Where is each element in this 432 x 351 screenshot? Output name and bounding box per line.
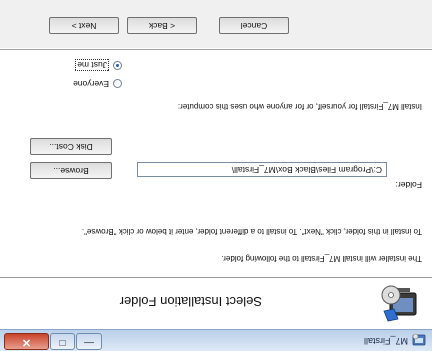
radio-everyone[interactable] [113,79,122,88]
installer-dialog: M7_Firstall — □ ✕ Select Installation Fo… [0,0,432,351]
folder-label: Folder: [395,180,422,190]
computer-cd-installer-icon [381,285,417,322]
browse-button[interactable]: Browse... [30,162,112,179]
installer-app-icon [412,333,426,346]
title-bar: M7_Firstall — □ ✕ [0,329,432,351]
maximize-icon: □ [59,337,66,348]
instruction-text: To install in this folder, click "Next".… [81,227,422,236]
install-for-text: Install M7_Firstall for yourself, or for… [177,102,422,111]
next-button[interactable]: Next > [49,17,119,34]
intro-text: The installer will install M7_Firstall t… [221,254,422,263]
page-title: Select Installation Folder [119,294,262,309]
close-icon: ✕ [21,336,32,348]
radio-just-me-label: Just me [75,59,109,71]
cancel-button[interactable]: Cancel [219,17,289,34]
folder-path-input[interactable]: C:\Program Files\Black Box\M7_Firstall\ [137,162,387,177]
disk-cost-button[interactable]: Disk Cost... [30,138,112,155]
back-button[interactable]: < Back [127,17,197,34]
radio-just-me[interactable] [113,61,122,70]
maximize-button[interactable]: □ [50,333,75,350]
close-button[interactable]: ✕ [4,333,49,350]
minimize-icon: — [84,337,94,348]
header-banner: Select Installation Folder [0,277,432,329]
window-title: M7_Firstall [363,336,408,346]
radio-everyone-label: Everyone [73,79,109,89]
minimize-button[interactable]: — [76,333,102,350]
footer-divider [0,48,432,49]
